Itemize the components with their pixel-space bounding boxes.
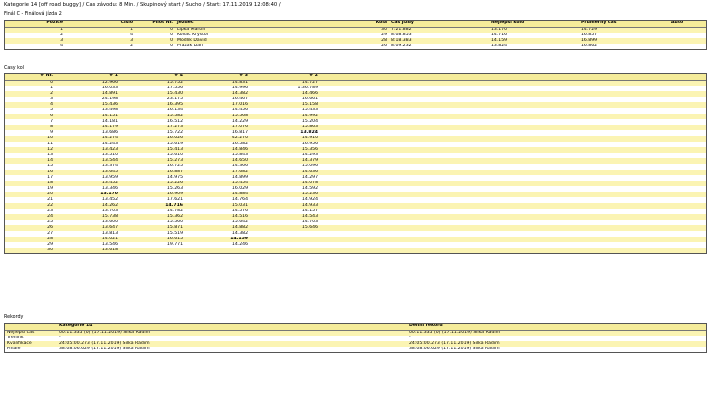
table-row: 4 2 0 Pražák Dan 26 8:09.232 13.824 16.862: [5, 43, 706, 50]
table-cell: 38:08:06.629 (17.11.2019) Šilka Radim: [57, 346, 407, 353]
report-subtitle: Finál C - Finálová jízda 2: [4, 12, 62, 17]
table-cell: [120, 247, 185, 254]
records-section-title: Rekordy: [4, 315, 24, 320]
final-results-table: Pozice Císlo Pilot Nr. Jezdec Kola Cas jízdy N…: [4, 20, 707, 51]
table-cell: 0: [135, 43, 175, 50]
table-cell: [320, 247, 706, 254]
table-cell: 13.618: [55, 247, 120, 254]
table-cell: 13.824: [489, 43, 579, 50]
table-row: 30 13.618: [5, 247, 706, 254]
table-cell: [250, 247, 320, 254]
report-title: Kategorie 14 [off road buggy] / Cas závo…: [4, 2, 281, 8]
table-cell: Pražák Dan: [175, 43, 365, 50]
records-table: Kategorie 14 Denní rekord Nejlepší cas 00:…: [4, 323, 707, 354]
table-row: Finále 38:08:06.629 (17.11.2019) Šilka Ra…: [5, 346, 706, 353]
lap-times-table: # Nr. # 1 # 4 # 3 # 2 0 12.966 15.752 14.831 14.…: [4, 73, 707, 255]
table-cell: 38:08:06.629 (17.11.2019) Šilka Radim: [407, 346, 706, 353]
table-cell: 26: [365, 43, 389, 50]
table-cell: 30: [5, 247, 55, 254]
table-cell: 8:09.232: [389, 43, 489, 50]
table-cell: Finále: [5, 346, 57, 353]
table-cell: 2: [65, 43, 135, 50]
laps-section-title: Casy kol: [4, 66, 25, 71]
table-cell: [669, 43, 706, 50]
table-cell: 16.862: [579, 43, 669, 50]
table-cell: 4: [5, 43, 65, 50]
table-cell: [185, 247, 250, 254]
